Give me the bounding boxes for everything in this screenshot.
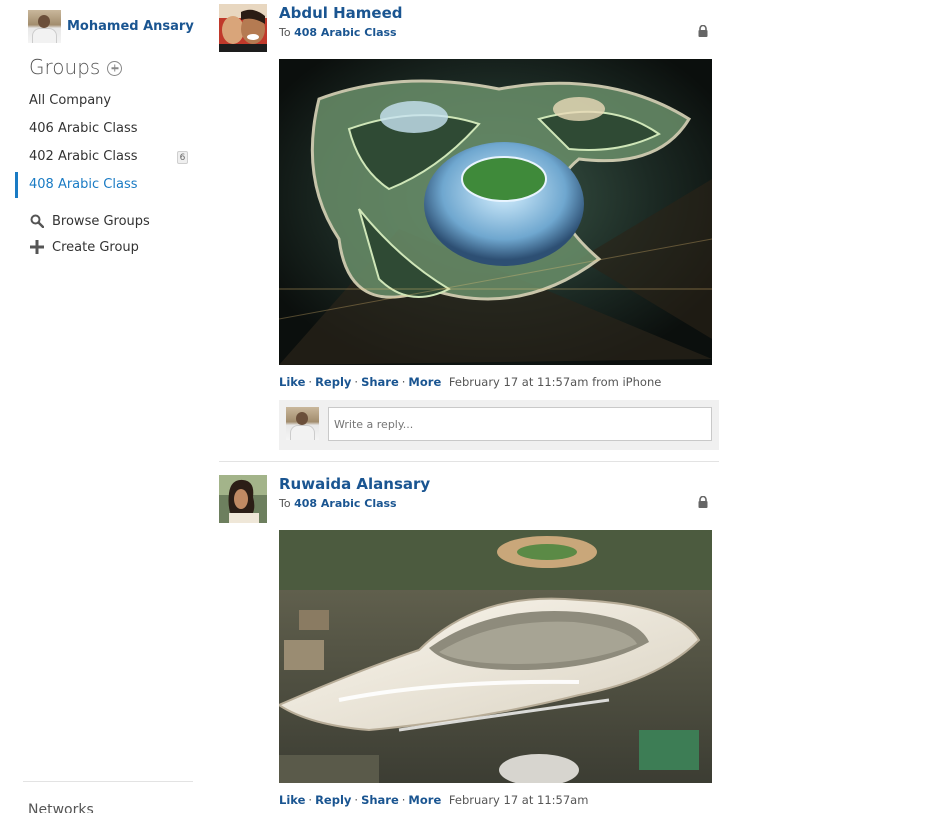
post-timestamp: February 17 at 11:57am from iPhone bbox=[448, 375, 662, 389]
group-link[interactable]: 408 Arabic Class bbox=[294, 26, 397, 39]
like-link[interactable]: Like bbox=[279, 793, 305, 807]
post-image[interactable] bbox=[279, 530, 712, 783]
sidebar-item-label: 406 Arabic Class bbox=[29, 121, 138, 136]
group-list: All Company 406 Arabic Class 402 Arabic … bbox=[0, 88, 200, 200]
groups-heading: Groups bbox=[29, 55, 123, 79]
post-meta: Like · Reply · Share · More February 17 at 11:… bbox=[279, 793, 589, 807]
create-group-link[interactable]: Create Group bbox=[29, 234, 150, 260]
more-link[interactable]: More bbox=[408, 375, 441, 389]
sidebar-item-406-arabic-class[interactable]: 406 Arabic Class bbox=[0, 116, 200, 144]
group-actions: Browse Groups Create Group bbox=[29, 208, 150, 260]
lock-icon bbox=[698, 496, 708, 508]
create-group-label: Create Group bbox=[52, 239, 139, 255]
sidebar-item-label: 408 Arabic Class bbox=[29, 177, 138, 192]
groups-title: Groups bbox=[29, 55, 101, 79]
sidebar-item-label: All Company bbox=[29, 93, 112, 108]
post-image[interactable] bbox=[279, 59, 712, 365]
sidebar-divider bbox=[23, 781, 193, 782]
reply-box bbox=[279, 400, 719, 450]
author-avatar[interactable] bbox=[219, 4, 267, 52]
sidebar-item-all-company[interactable]: All Company bbox=[0, 88, 200, 116]
post-timestamp: February 17 at 11:57am bbox=[448, 793, 589, 807]
post-divider bbox=[219, 461, 719, 462]
reply-user-avatar bbox=[286, 407, 319, 440]
to-prefix: To bbox=[279, 497, 291, 510]
lock-icon bbox=[698, 25, 708, 37]
post-recipient: To 408 Arabic Class bbox=[279, 497, 397, 510]
group-link[interactable]: 408 Arabic Class bbox=[294, 497, 397, 510]
reply-link[interactable]: Reply bbox=[315, 793, 351, 807]
user-profile[interactable]: Mohamed Ansary bbox=[28, 10, 194, 43]
share-link[interactable]: Share bbox=[361, 793, 399, 807]
sidebar: Mohamed Ansary Groups All Company 406 Ar… bbox=[0, 0, 200, 813]
user-name[interactable]: Mohamed Ansary bbox=[67, 19, 194, 34]
browse-groups-label: Browse Groups bbox=[52, 213, 150, 229]
user-avatar[interactable] bbox=[28, 10, 61, 43]
author-name[interactable]: Ruwaida Alansary bbox=[279, 475, 430, 493]
to-prefix: To bbox=[279, 26, 291, 39]
reply-input[interactable] bbox=[328, 407, 712, 441]
sidebar-item-label: 402 Arabic Class bbox=[29, 149, 138, 164]
unread-count-badge: 6 bbox=[177, 151, 188, 164]
browse-groups-link[interactable]: Browse Groups bbox=[29, 208, 150, 234]
post-recipient: To 408 Arabic Class bbox=[279, 26, 397, 39]
networks-heading: Networks bbox=[28, 802, 94, 813]
add-circle-icon[interactable] bbox=[107, 60, 123, 76]
sidebar-item-402-arabic-class[interactable]: 402 Arabic Class 6 bbox=[0, 144, 200, 172]
sidebar-item-408-arabic-class[interactable]: 408 Arabic Class bbox=[0, 172, 200, 200]
author-name[interactable]: Abdul Hameed bbox=[279, 4, 403, 22]
plus-icon bbox=[29, 240, 45, 254]
like-link[interactable]: Like bbox=[279, 375, 305, 389]
more-link[interactable]: More bbox=[408, 793, 441, 807]
reply-link[interactable]: Reply bbox=[315, 375, 351, 389]
search-icon bbox=[29, 214, 45, 228]
post-meta: Like · Reply · Share · More February 17 at 11:… bbox=[279, 375, 662, 389]
share-link[interactable]: Share bbox=[361, 375, 399, 389]
author-avatar[interactable] bbox=[219, 475, 267, 523]
